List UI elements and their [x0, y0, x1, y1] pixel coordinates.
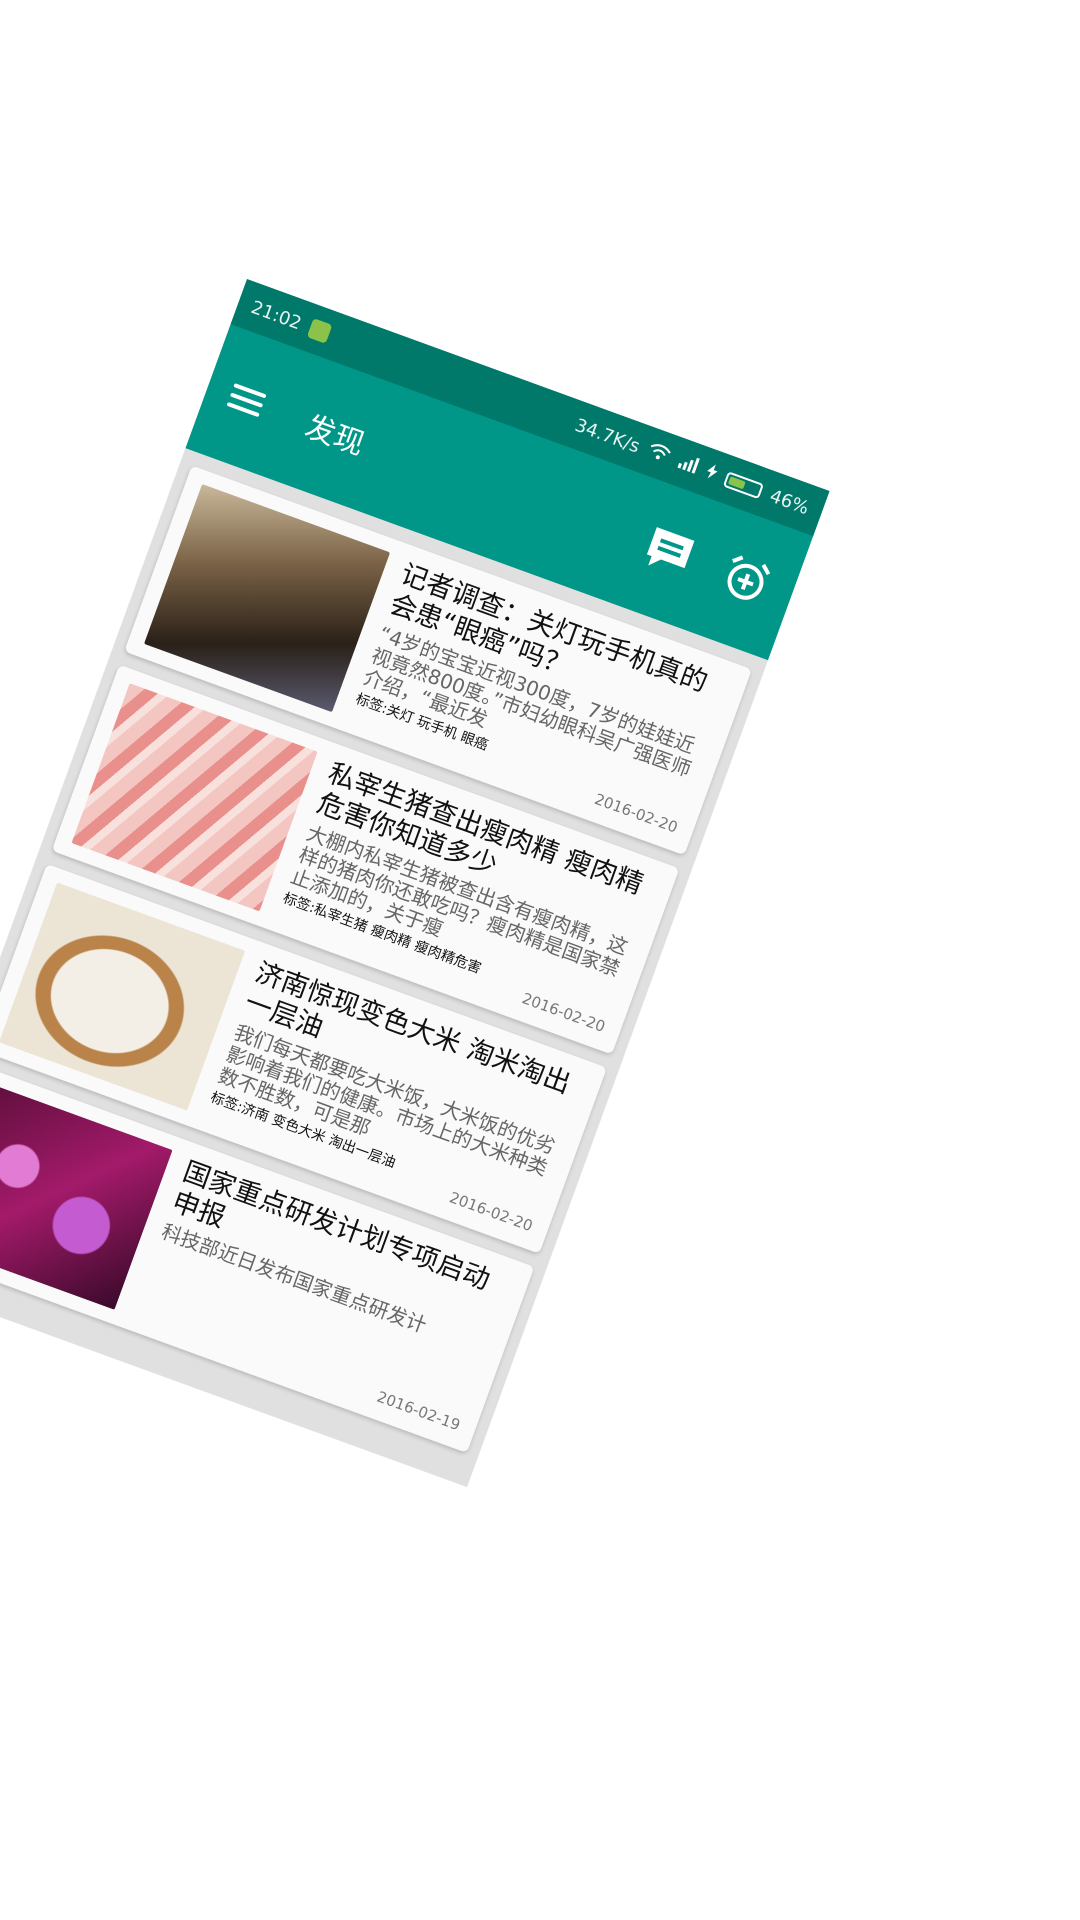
app-notification-icon	[306, 318, 333, 344]
menu-icon[interactable]	[226, 381, 268, 419]
article-thumbnail	[71, 683, 318, 912]
signal-icon	[675, 452, 701, 479]
article-thumbnail	[144, 484, 391, 713]
alarm-add-icon	[715, 550, 775, 613]
toolbar-actions	[638, 523, 777, 613]
article-date: 2016-02-19	[374, 1387, 463, 1435]
page-title: 发现	[300, 409, 369, 463]
message-button[interactable]	[638, 523, 700, 585]
phone-screen: 21:02 34.7K/s 46% 发现 记者调查：关灯玩手机真的会患“眼癌”吗…	[0, 279, 830, 1488]
battery-level-fill	[727, 476, 746, 490]
network-speed: 34.7K/s	[572, 414, 643, 458]
charging-icon	[703, 462, 720, 485]
add-alarm-button[interactable]	[715, 551, 777, 613]
article-thumbnail	[0, 882, 246, 1111]
message-icon	[639, 523, 699, 584]
wifi-icon	[645, 441, 673, 468]
battery-percent: 46%	[767, 485, 812, 519]
screenshot-stage: 21:02 34.7K/s 46% 发现 记者调查：关灯玩手机真的会患“眼癌”吗…	[0, 0, 1080, 1920]
battery-icon	[722, 471, 764, 500]
status-time: 21:02	[248, 296, 305, 334]
